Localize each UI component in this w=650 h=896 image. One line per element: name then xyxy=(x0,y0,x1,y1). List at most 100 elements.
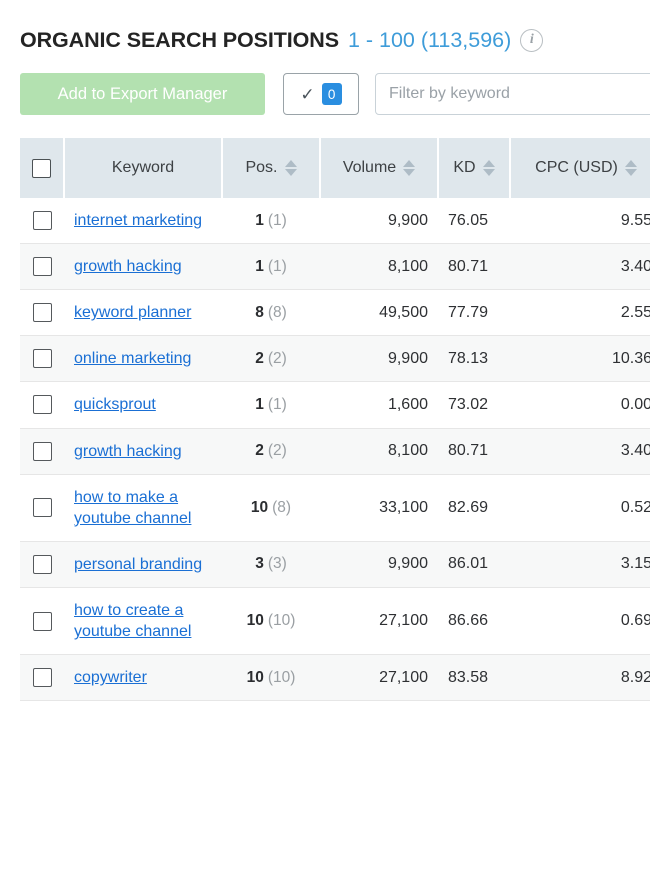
keyword-link[interactable]: how to make a youtube channel xyxy=(74,489,191,527)
position-current: 10 xyxy=(251,499,268,516)
row-checkbox[interactable] xyxy=(33,668,52,687)
row-select-cell[interactable] xyxy=(20,382,64,428)
add-to-export-manager-button[interactable]: Add to Export Manager xyxy=(20,73,265,115)
row-select-cell[interactable] xyxy=(20,655,64,701)
keyword-link[interactable]: growth hacking xyxy=(74,443,182,460)
page-title-row: ORGANIC SEARCH POSITIONS 1 - 100 (113,59… xyxy=(0,0,650,58)
table-header: Keyword Pos. Volume xyxy=(20,138,650,198)
result-range-label: 1 - 100 (113,596) xyxy=(348,28,511,53)
column-header-cpc[interactable]: CPC (USD) xyxy=(510,138,650,198)
keyword-cell: growth hacking xyxy=(64,244,222,290)
keyword-link[interactable]: online marketing xyxy=(74,350,191,367)
kd-cell: 76.05 xyxy=(438,198,510,244)
table-header-row: Keyword Pos. Volume xyxy=(20,138,650,198)
kd-cell: 86.66 xyxy=(438,587,510,654)
position-current: 8 xyxy=(255,304,264,321)
position-previous: (2) xyxy=(268,350,287,367)
row-select-cell[interactable] xyxy=(20,244,64,290)
position-cell: 8(8) xyxy=(222,290,320,336)
position-cell: 10(8) xyxy=(222,474,320,541)
sort-arrows-icon[interactable] xyxy=(403,160,415,176)
table-row: online marketing2(2)9,90078.1310.36 xyxy=(20,336,650,382)
position-cell: 2(2) xyxy=(222,428,320,474)
sort-arrows-icon[interactable] xyxy=(483,160,495,176)
kd-cell: 80.71 xyxy=(438,244,510,290)
volume-cell: 8,100 xyxy=(320,244,438,290)
keyword-link[interactable]: quicksprout xyxy=(74,396,156,413)
column-label-volume: Volume xyxy=(343,159,396,177)
check-icon: ✓ xyxy=(300,86,314,103)
table-row: personal branding3(3)9,90086.013.15 xyxy=(20,541,650,587)
organic-search-positions-page: ORGANIC SEARCH POSITIONS 1 - 100 (113,59… xyxy=(0,0,650,896)
position-current: 1 xyxy=(255,258,264,275)
row-checkbox[interactable] xyxy=(33,349,52,368)
row-select-cell[interactable] xyxy=(20,428,64,474)
selection-count-control[interactable]: ✓ 0 xyxy=(283,73,359,115)
row-select-cell[interactable] xyxy=(20,587,64,654)
position-current: 1 xyxy=(255,396,264,413)
kd-cell: 83.58 xyxy=(438,655,510,701)
column-label-cpc: CPC (USD) xyxy=(535,159,618,177)
position-current: 2 xyxy=(255,350,264,367)
cpc-cell: 0.52 xyxy=(510,474,650,541)
sort-arrows-icon[interactable] xyxy=(285,160,297,176)
keyword-link[interactable]: personal branding xyxy=(74,556,202,573)
keyword-cell: internet marketing xyxy=(64,198,222,244)
table-row: keyword planner8(8)49,50077.792.55 xyxy=(20,290,650,336)
selected-count-badge: 0 xyxy=(322,83,342,105)
position-current: 2 xyxy=(255,442,264,459)
position-previous: (8) xyxy=(272,499,291,516)
position-previous: (1) xyxy=(268,396,287,413)
kd-cell: 80.71 xyxy=(438,428,510,474)
row-select-cell[interactable] xyxy=(20,290,64,336)
keyword-link[interactable]: growth hacking xyxy=(74,258,182,275)
column-header-pos[interactable]: Pos. xyxy=(222,138,320,198)
keyword-cell: growth hacking xyxy=(64,428,222,474)
row-checkbox[interactable] xyxy=(33,211,52,230)
keywords-table-container: Keyword Pos. Volume xyxy=(0,138,650,701)
keyword-link[interactable]: keyword planner xyxy=(74,304,191,321)
sort-arrows-icon[interactable] xyxy=(625,160,637,176)
row-checkbox[interactable] xyxy=(33,498,52,517)
volume-cell: 9,900 xyxy=(320,336,438,382)
volume-cell: 49,500 xyxy=(320,290,438,336)
kd-cell: 82.69 xyxy=(438,474,510,541)
column-header-select-all[interactable] xyxy=(20,138,64,198)
row-checkbox[interactable] xyxy=(33,303,52,322)
table-row: copywriter10(10)27,10083.588.92 xyxy=(20,655,650,701)
cpc-cell: 3.40 xyxy=(510,244,650,290)
keywords-table: Keyword Pos. Volume xyxy=(20,138,650,701)
position-cell: 10(10) xyxy=(222,587,320,654)
keyword-link[interactable]: internet marketing xyxy=(74,212,202,229)
keyword-link[interactable]: how to create a youtube channel xyxy=(74,602,191,640)
row-checkbox[interactable] xyxy=(33,612,52,631)
position-current: 10 xyxy=(247,612,264,629)
select-all-checkbox[interactable] xyxy=(32,159,51,178)
cpc-cell: 0.69 xyxy=(510,587,650,654)
cpc-cell: 3.40 xyxy=(510,428,650,474)
row-checkbox[interactable] xyxy=(33,257,52,276)
position-current: 10 xyxy=(247,669,264,686)
volume-cell: 27,100 xyxy=(320,587,438,654)
column-header-volume[interactable]: Volume xyxy=(320,138,438,198)
table-row: growth hacking1(1)8,10080.713.40 xyxy=(20,244,650,290)
row-checkbox[interactable] xyxy=(33,555,52,574)
table-row: quicksprout1(1)1,60073.020.00 xyxy=(20,382,650,428)
column-header-keyword[interactable]: Keyword xyxy=(64,138,222,198)
table-row: internet marketing1(1)9,90076.059.55 xyxy=(20,198,650,244)
row-select-cell[interactable] xyxy=(20,474,64,541)
keyword-link[interactable]: copywriter xyxy=(74,669,147,686)
filter-by-keyword-input[interactable] xyxy=(375,73,650,115)
row-select-cell[interactable] xyxy=(20,336,64,382)
row-checkbox[interactable] xyxy=(33,442,52,461)
table-body: internet marketing1(1)9,90076.059.55 grow… xyxy=(20,198,650,701)
position-previous: (8) xyxy=(268,304,287,321)
keyword-cell: personal branding xyxy=(64,541,222,587)
info-icon[interactable]: i xyxy=(520,29,543,52)
row-checkbox[interactable] xyxy=(33,395,52,414)
position-previous: (3) xyxy=(268,555,287,572)
table-row: how to make a youtube channel10(8)33,100… xyxy=(20,474,650,541)
row-select-cell[interactable] xyxy=(20,541,64,587)
row-select-cell[interactable] xyxy=(20,198,64,244)
column-header-kd[interactable]: KD xyxy=(438,138,510,198)
